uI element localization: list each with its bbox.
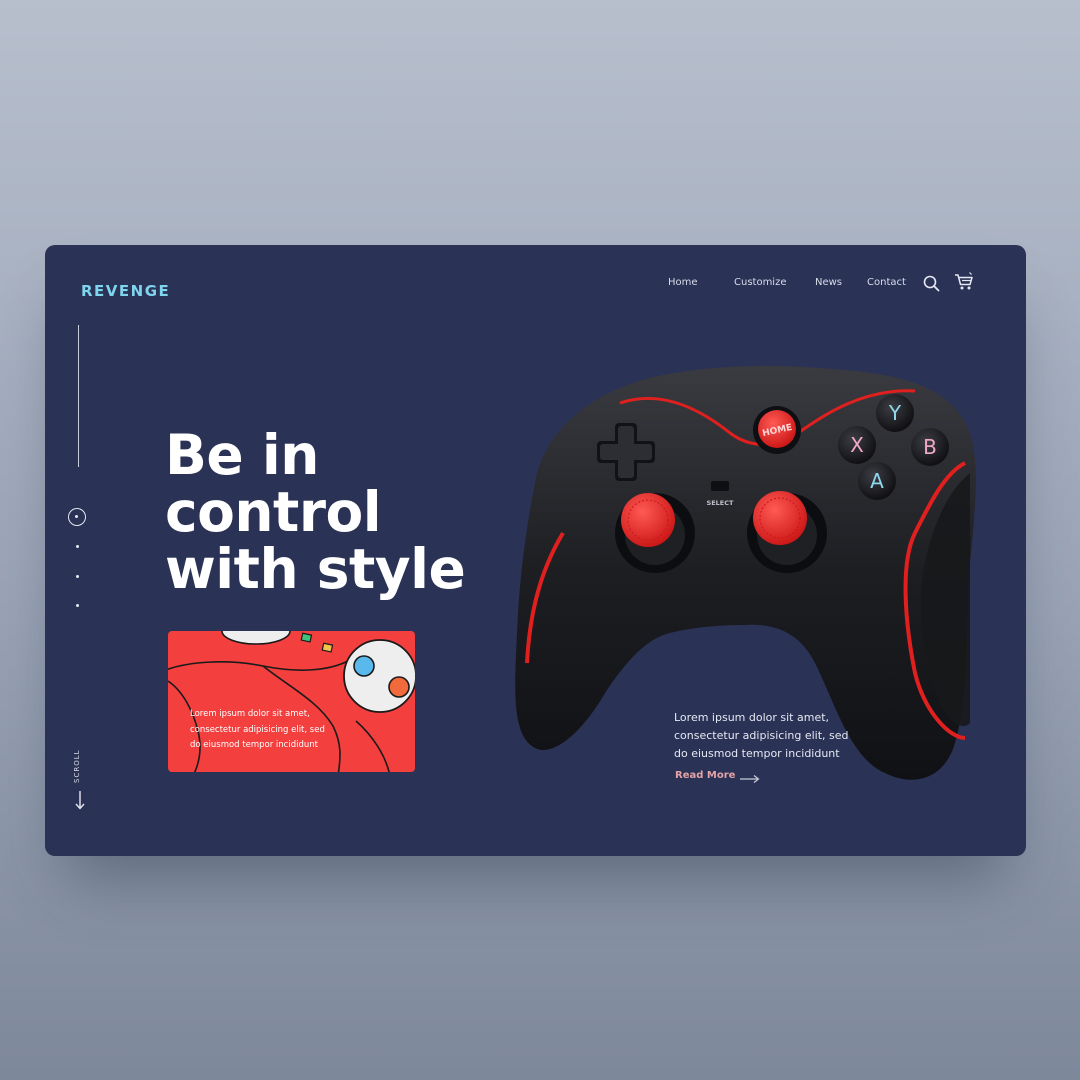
pager-dot-active[interactable] [68,508,86,526]
promo-text: Lorem ipsum dolor sit amet, consectetur … [190,707,330,754]
select-button-label: SELECT [707,499,734,507]
cart-icon[interactable] [954,272,974,297]
scroll-label: SCROLL [73,749,81,783]
pager-dot-3[interactable] [76,575,79,578]
promo-card[interactable]: Lorem ipsum dolor sit amet, consectetur … [168,631,415,772]
headline-line-3: with style [165,537,466,601]
page-title: Be in control with style [165,423,466,601]
description-line: do eiusmod tempor incididunt [674,747,840,760]
search-icon[interactable] [923,275,940,297]
promo-text-line: do eiusmod tempor incididunt [190,740,318,750]
arrow-right-icon[interactable] [740,771,760,789]
pager-dot-4[interactable] [76,604,79,607]
headline-line-1: Be in [165,423,319,487]
arrow-down-icon[interactable] [74,790,86,815]
hero-card: REVENGE Home Customize News Contact SCRO… [45,245,1026,856]
scroll-track-line [78,325,79,467]
pager-dot-2[interactable] [76,545,79,548]
read-more-link[interactable]: Read More [675,770,735,781]
description-line: Lorem ipsum dolor sit amet, [674,711,830,724]
y-button-label: Y [888,401,902,425]
b-button-label: B [923,435,937,459]
a-button-label: A [870,469,884,493]
product-description: Lorem ipsum dolor sit amet, consectetur … [674,709,849,763]
promo-text-line: Lorem ipsum dolor sit amet, [190,709,310,719]
x-button-label: X [850,433,864,457]
nav-customize[interactable]: Customize [734,277,787,288]
promo-text-line: consectetur adipisicing elit, sed [190,724,325,735]
nav-home[interactable]: Home [668,277,698,288]
description-line: consectetur adipisicing elit, sed [674,729,849,742]
nav-news[interactable]: News [815,277,842,288]
brand-logo[interactable]: REVENGE [81,282,170,300]
headline-line-2: control [165,480,382,544]
nav-contact[interactable]: Contact [867,277,906,288]
